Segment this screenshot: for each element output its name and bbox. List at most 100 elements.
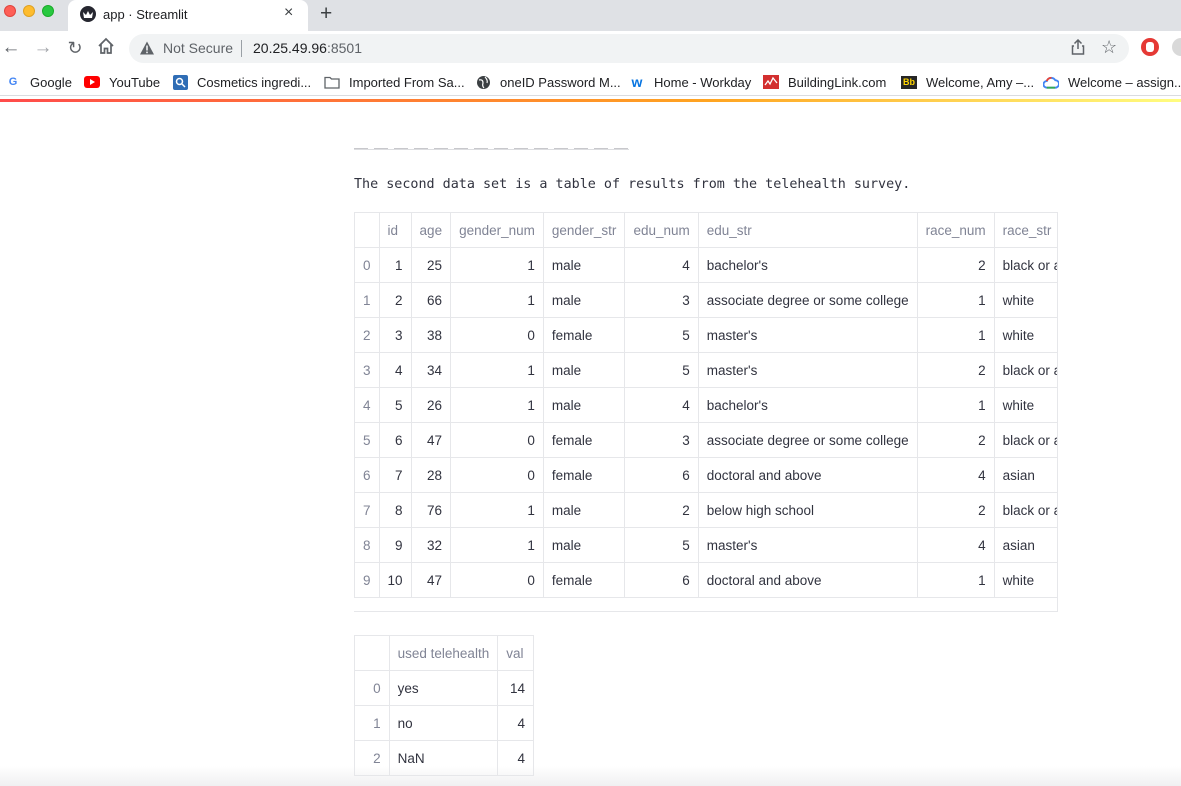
bookmark-cosmetics[interactable]: Cosmetics ingredi... bbox=[172, 73, 311, 91]
active-tab[interactable]: app · Streamlit × bbox=[68, 0, 308, 31]
table-cell[interactable]: 1 bbox=[916, 562, 995, 598]
table-cell[interactable]: 10 bbox=[378, 562, 412, 598]
table-cell[interactable]: 1 bbox=[450, 492, 544, 528]
security-label[interactable]: Not Secure bbox=[163, 40, 233, 56]
table-cell[interactable]: 7 bbox=[378, 457, 412, 493]
row-index-cell[interactable]: 8 bbox=[354, 527, 380, 563]
table-cell[interactable]: 9 bbox=[378, 527, 412, 563]
table-cell[interactable]: 4 bbox=[624, 387, 699, 423]
table-cell[interactable]: 2 bbox=[378, 282, 412, 318]
row-index-cell[interactable]: 3 bbox=[354, 352, 380, 388]
table-cell[interactable]: white bbox=[993, 317, 1057, 353]
table-cell[interactable]: 1 bbox=[450, 247, 544, 283]
table-cell[interactable]: 2 bbox=[916, 247, 995, 283]
table-cell[interactable]: no bbox=[388, 705, 499, 741]
column-header[interactable]: race_num bbox=[916, 212, 995, 248]
index-header[interactable] bbox=[354, 635, 390, 671]
table-cell[interactable]: 26 bbox=[410, 387, 452, 423]
minimize-window-button[interactable] bbox=[23, 5, 35, 17]
table-cell[interactable]: black or af bbox=[993, 492, 1057, 528]
table-cell[interactable]: 2 bbox=[916, 492, 995, 528]
table-cell[interactable]: male bbox=[542, 282, 626, 318]
table-cell[interactable]: 0 bbox=[450, 457, 544, 493]
column-header[interactable]: gender_num bbox=[450, 212, 544, 248]
bookmark-workday[interactable]: w Home - Workday bbox=[629, 73, 752, 91]
table-cell[interactable]: 4 bbox=[916, 457, 995, 493]
table-cell[interactable]: doctoral and above bbox=[697, 457, 918, 493]
reload-icon[interactable]: ↻ bbox=[64, 37, 86, 59]
table-cell[interactable]: male bbox=[542, 527, 626, 563]
url-text[interactable]: 20.25.49.96:8501 bbox=[253, 40, 362, 56]
table-cell[interactable]: 5 bbox=[378, 387, 412, 423]
table-cell[interactable]: doctoral and above bbox=[697, 562, 918, 598]
column-header[interactable]: edu_num bbox=[624, 212, 699, 248]
bookmark-google[interactable]: G Google bbox=[5, 73, 72, 91]
close-window-button[interactable] bbox=[4, 5, 16, 17]
table-cell[interactable]: 25 bbox=[410, 247, 452, 283]
bookmark-assign[interactable]: Welcome – assign... bbox=[1043, 73, 1181, 91]
table-cell[interactable]: black or af bbox=[993, 422, 1057, 458]
table-cell[interactable]: 47 bbox=[410, 422, 452, 458]
table-cell[interactable]: 5 bbox=[624, 317, 699, 353]
table-cell[interactable]: 2 bbox=[624, 492, 699, 528]
index-header[interactable] bbox=[354, 212, 380, 248]
telehealth-dataframe[interactable]: used telehealth val 0 yes 14 1 no 4 2 NaN 4 bbox=[354, 635, 534, 778]
table-cell[interactable]: 1 bbox=[450, 352, 544, 388]
column-header[interactable]: id bbox=[378, 212, 412, 248]
table-cell[interactable]: white bbox=[993, 562, 1057, 598]
table-cell[interactable]: female bbox=[542, 317, 626, 353]
table-cell[interactable]: 0 bbox=[450, 562, 544, 598]
survey-dataframe[interactable]: id age gender_num gender_str edu_num edu_str r… bbox=[354, 212, 1058, 612]
bookmark-buildinglink[interactable]: BuildingLink.com bbox=[763, 73, 886, 91]
table-cell[interactable]: male bbox=[542, 492, 626, 528]
column-header[interactable]: used telehealth bbox=[388, 635, 499, 671]
table-cell[interactable]: male bbox=[542, 247, 626, 283]
column-header[interactable]: edu_str bbox=[697, 212, 918, 248]
extension-icon[interactable] bbox=[1141, 38, 1159, 56]
bookmark-imported[interactable]: Imported From Sa... bbox=[324, 73, 465, 91]
table-cell[interactable]: female bbox=[542, 457, 626, 493]
home-icon[interactable] bbox=[95, 37, 117, 59]
table-cell[interactable]: 38 bbox=[410, 317, 452, 353]
row-index-cell[interactable]: 1 bbox=[354, 282, 380, 318]
table-cell[interactable]: asian bbox=[993, 527, 1057, 563]
table-cell[interactable]: 76 bbox=[410, 492, 452, 528]
warning-triangle-icon[interactable] bbox=[139, 40, 155, 61]
table-cell[interactable]: 1 bbox=[450, 527, 544, 563]
table-cell[interactable]: 3 bbox=[624, 282, 699, 318]
table-cell[interactable]: black or af bbox=[993, 352, 1057, 388]
bookmark-oneid[interactable]: oneID Password M... bbox=[475, 73, 621, 91]
table-cell[interactable]: 5 bbox=[624, 527, 699, 563]
table-cell[interactable]: 0 bbox=[450, 422, 544, 458]
table-cell[interactable]: male bbox=[542, 352, 626, 388]
table-cell[interactable]: yes bbox=[388, 670, 499, 706]
forward-arrow-icon[interactable]: → bbox=[32, 37, 54, 59]
table-cell[interactable]: master's bbox=[697, 317, 918, 353]
back-arrow-icon[interactable]: ← bbox=[0, 37, 22, 59]
table-cell[interactable]: 1 bbox=[450, 282, 544, 318]
column-header[interactable]: val bbox=[497, 635, 534, 671]
table-cell[interactable]: 4 bbox=[497, 705, 534, 741]
table-cell[interactable]: 6 bbox=[378, 422, 412, 458]
table-cell[interactable]: 6 bbox=[624, 457, 699, 493]
table-cell[interactable]: 1 bbox=[916, 317, 995, 353]
table-cell[interactable]: 8 bbox=[378, 492, 412, 528]
column-header[interactable]: age bbox=[410, 212, 452, 248]
table-cell[interactable]: 47 bbox=[410, 562, 452, 598]
table-cell[interactable]: 4 bbox=[916, 527, 995, 563]
bookmark-star-icon[interactable]: ☆ bbox=[1101, 37, 1117, 58]
table-cell[interactable]: associate degree or some college bbox=[697, 282, 918, 318]
table-cell[interactable]: 14 bbox=[497, 670, 534, 706]
row-index-cell[interactable]: 0 bbox=[354, 670, 390, 706]
table-cell[interactable]: white bbox=[993, 282, 1057, 318]
row-index-cell[interactable]: 7 bbox=[354, 492, 380, 528]
table-cell[interactable]: female bbox=[542, 422, 626, 458]
table-cell[interactable]: asian bbox=[993, 457, 1057, 493]
table-cell[interactable]: 28 bbox=[410, 457, 452, 493]
row-index-cell[interactable]: 9 bbox=[354, 562, 380, 598]
row-index-cell[interactable]: 4 bbox=[354, 387, 380, 423]
table-cell[interactable]: 5 bbox=[624, 352, 699, 388]
bookmark-youtube[interactable]: YouTube bbox=[84, 73, 160, 91]
table-cell[interactable]: 3 bbox=[624, 422, 699, 458]
table-cell[interactable]: 4 bbox=[624, 247, 699, 283]
